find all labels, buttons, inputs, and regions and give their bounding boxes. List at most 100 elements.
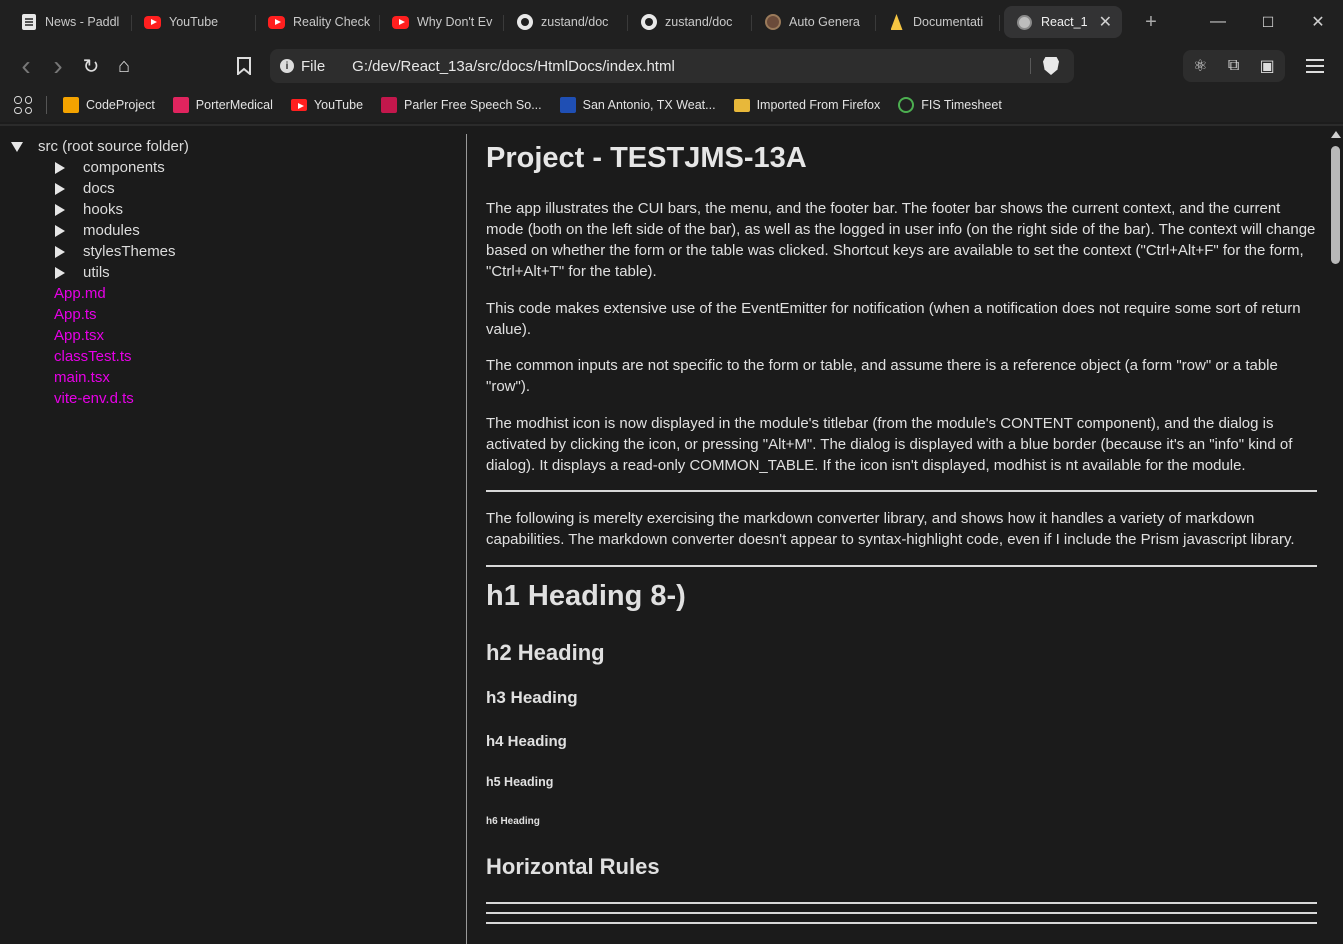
folder-label: stylesThemes: [83, 243, 176, 260]
horizontal-rule: [486, 922, 1317, 924]
bookmark-icon: [237, 57, 251, 75]
collapsed-arrow-icon: [55, 161, 65, 174]
tab-why-dont[interactable]: Why Don't Ev: [380, 6, 504, 38]
main-menu-button[interactable]: [1306, 50, 1334, 82]
doc-pane: Project - TESTJMS-13A The app illustrate…: [486, 126, 1318, 944]
folder-label: modules: [83, 222, 140, 239]
file-link-main-tsx[interactable]: main.tsx: [54, 369, 110, 386]
folder-docs[interactable]: docs: [55, 180, 115, 197]
tab-label: React_1: [1041, 15, 1088, 29]
url-text[interactable]: G:/dev/React_13a/src/docs/HtmlDocs/index…: [352, 58, 675, 75]
parler-icon: [381, 97, 398, 113]
doc-paragraph-3: The common inputs are not specific to th…: [486, 357, 1278, 395]
file-link-app-tsx[interactable]: App.tsx: [54, 327, 104, 344]
address-bar[interactable]: i File G:/dev/React_13a/src/docs/HtmlDoc…: [270, 49, 1074, 83]
github-icon: [516, 14, 533, 31]
minimize-button[interactable]: —: [1193, 0, 1243, 44]
collapsed-arrow-icon: [55, 182, 65, 195]
codeproject-icon: [63, 97, 79, 113]
url-scheme: File: [301, 57, 326, 75]
info-icon[interactable]: i: [280, 59, 294, 73]
folder-label: docs: [83, 180, 115, 197]
youtube-icon: [392, 14, 409, 31]
tab-label: Why Don't Ev: [417, 15, 493, 29]
scrollbar-thumb[interactable]: [1331, 146, 1340, 264]
extensions-icon[interactable]: ⧉: [1228, 57, 1239, 75]
bookmarks-divider: [46, 96, 47, 114]
tab-label: News - Paddl: [45, 15, 120, 29]
horizontal-rule: [486, 912, 1317, 914]
tab-zustand-1[interactable]: zustand/doc: [504, 6, 628, 38]
folder-label: utils: [83, 264, 110, 281]
back-button[interactable]: ‹: [10, 50, 42, 82]
folder-hooks[interactable]: hooks: [55, 201, 123, 218]
file-link-vite-env[interactable]: vite-env.d.ts: [54, 390, 134, 407]
tab-label: YouTube: [169, 15, 219, 29]
tab-news[interactable]: News - Paddl: [8, 6, 132, 38]
maximize-button[interactable]: ☐: [1243, 0, 1293, 44]
bookmark-parler[interactable]: Parler Free Speech So...: [381, 97, 542, 113]
horizontal-rules-heading: Horizontal Rules: [486, 854, 660, 879]
file-link-classtest-ts[interactable]: classTest.ts: [54, 348, 132, 365]
tab-reality-check[interactable]: Reality Check: [256, 6, 380, 38]
reader-mode-icon[interactable]: ▣: [1260, 56, 1275, 76]
bookmark-label: CodeProject: [86, 98, 155, 112]
tree-root[interactable]: src (root source folder): [11, 138, 189, 155]
tab-label: zustand/doc: [665, 15, 733, 29]
folder-modules[interactable]: modules: [55, 222, 140, 239]
apps-grid-icon[interactable]: [14, 96, 32, 114]
tab-youtube[interactable]: YouTube: [132, 6, 256, 38]
tab-auto-generate[interactable]: Auto Genera: [752, 6, 876, 38]
bookmark-label: San Antonio, TX Weat...: [582, 98, 716, 112]
pane-divider[interactable]: [466, 134, 467, 944]
brave-shields-icon[interactable]: [1043, 57, 1059, 75]
tab-zustand-2[interactable]: zustand/doc: [628, 6, 752, 38]
folder-utils[interactable]: utils: [55, 264, 110, 281]
h1-heading: h1 Heading 8-): [486, 580, 686, 612]
h3-heading: h3 Heading: [486, 688, 578, 707]
tab-react-active[interactable]: React_1 ✕: [1004, 6, 1122, 38]
file-link-app-md[interactable]: App.md: [54, 285, 106, 302]
page-title: Project - TESTJMS-13A: [486, 142, 807, 174]
folder-components[interactable]: components: [55, 159, 165, 176]
h5-heading: h5 Heading: [486, 775, 554, 789]
collapsed-arrow-icon: [55, 266, 65, 279]
tab-documentation[interactable]: Documentati: [876, 6, 1000, 38]
github-icon: [640, 14, 657, 31]
globe-icon: [1016, 14, 1033, 31]
vertical-scrollbar[interactable]: [1328, 126, 1343, 944]
collapsed-arrow-icon: [55, 224, 65, 237]
bookmark-fis-timesheet[interactable]: FIS Timesheet: [898, 97, 1002, 113]
file-link-app-ts[interactable]: App.ts: [54, 306, 97, 323]
youtube-icon: [268, 14, 285, 31]
home-button[interactable]: ⌂: [108, 50, 140, 82]
reload-button[interactable]: ↻: [75, 50, 107, 82]
bookmark-label: Imported From Firefox: [756, 98, 881, 112]
react-devtools-icon[interactable]: ⚛: [1193, 56, 1207, 76]
bookmark-codeproject[interactable]: CodeProject: [63, 97, 155, 113]
bookmark-youtube[interactable]: YouTube: [290, 98, 364, 112]
extension-group: ⚛ ⧉ ▣: [1183, 50, 1285, 82]
tab-label: zustand/doc: [541, 15, 609, 29]
bookmark-button[interactable]: [228, 50, 260, 82]
bookmark-label: YouTube: [313, 98, 364, 112]
folder-icon: [733, 98, 750, 112]
h2-heading: h2 Heading: [486, 640, 605, 665]
new-tab-button[interactable]: +: [1136, 11, 1166, 34]
h4-heading: h4 Heading: [486, 733, 567, 750]
timesheet-icon: [898, 97, 915, 113]
folder-stylesthemes[interactable]: stylesThemes: [55, 243, 176, 260]
news-icon: [20, 14, 37, 31]
auto-icon: [764, 14, 781, 31]
bookmark-portermedical[interactable]: PorterMedical: [172, 97, 273, 113]
scroll-up-arrow-icon[interactable]: [1331, 131, 1341, 138]
forward-button[interactable]: ›: [42, 50, 74, 82]
collapsed-arrow-icon: [55, 203, 65, 216]
bookmark-weather[interactable]: San Antonio, TX Weat...: [559, 97, 716, 113]
file-tree: src (root source folder) components docs…: [0, 126, 466, 944]
bookmark-folder-firefox[interactable]: Imported From Firefox: [733, 98, 881, 112]
close-tab-icon[interactable]: ✕: [1099, 12, 1112, 32]
close-window-button[interactable]: ✕: [1293, 0, 1343, 44]
bookmark-label: PorterMedical: [195, 98, 273, 112]
doc-paragraph-1: The app illustrates the CUI bars, the me…: [486, 200, 1316, 280]
